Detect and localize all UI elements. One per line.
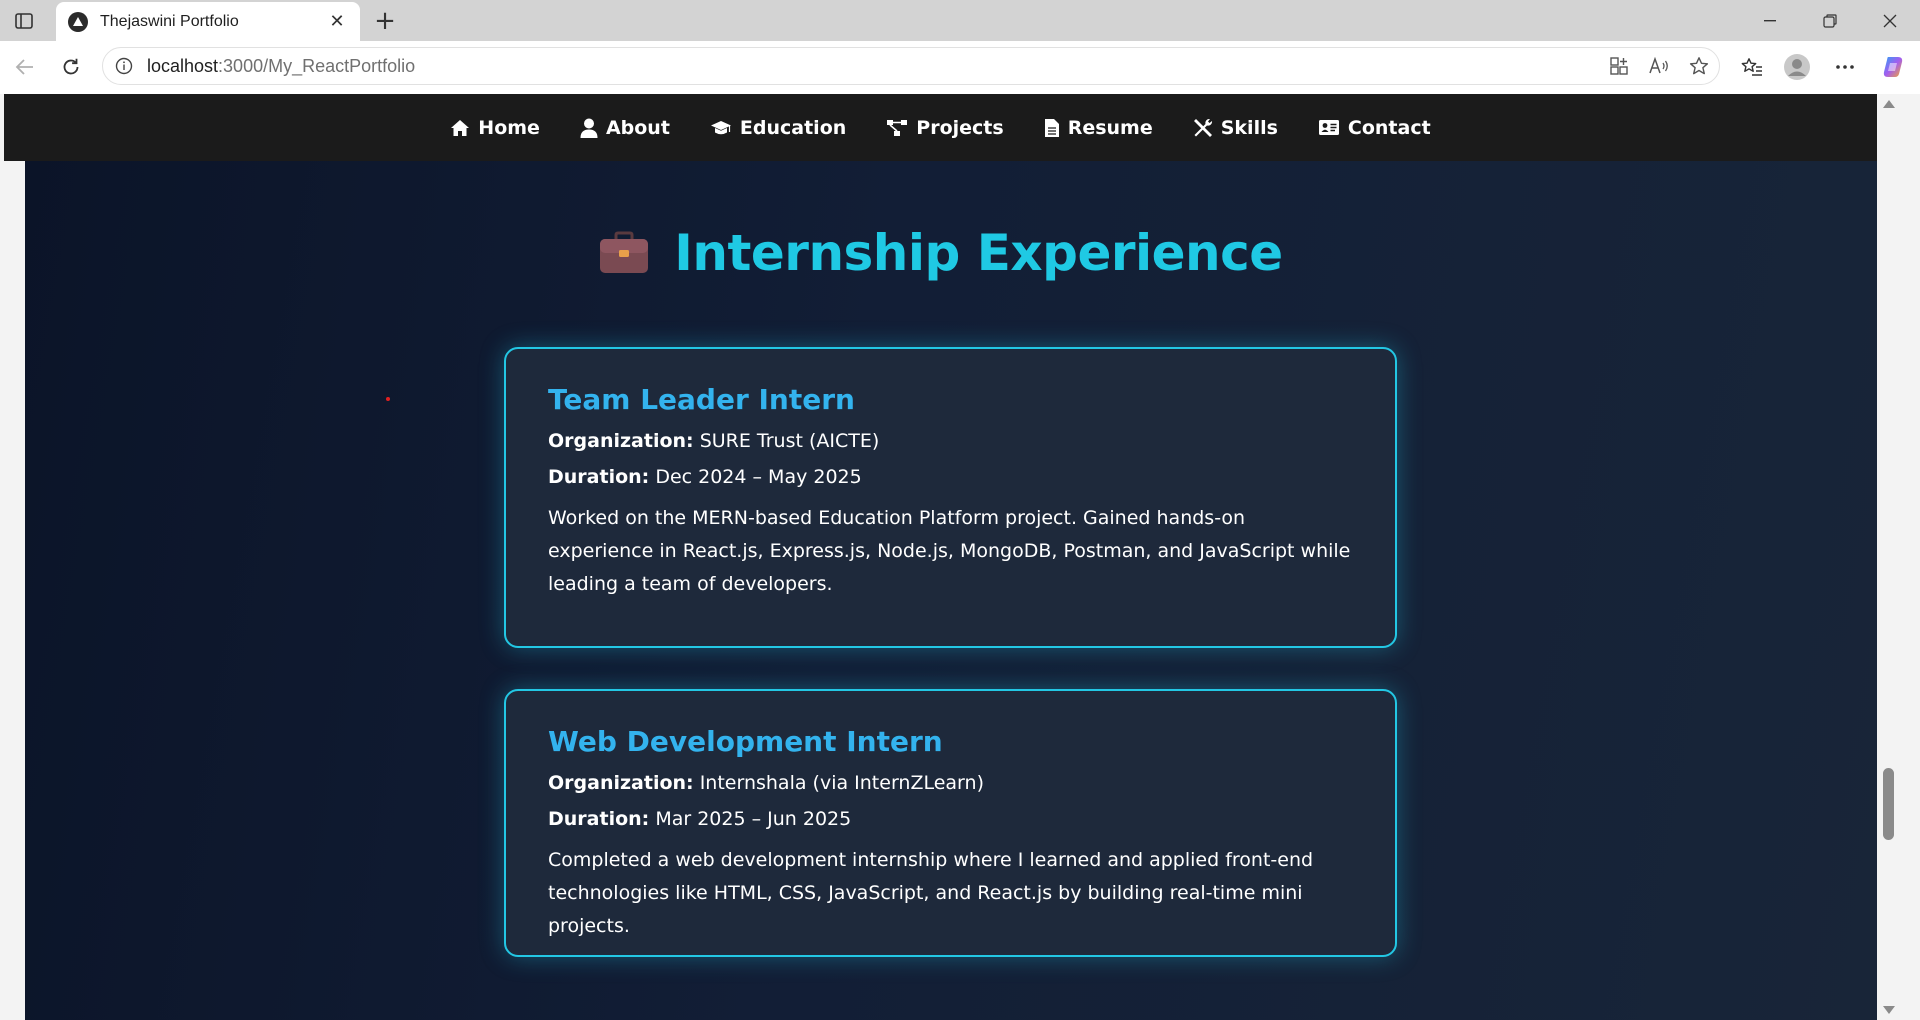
scroll-thumb[interactable] bbox=[1883, 768, 1894, 840]
site-info-icon[interactable] bbox=[113, 55, 135, 77]
restore-icon[interactable] bbox=[1800, 0, 1860, 41]
nav-education[interactable]: Education bbox=[690, 94, 866, 161]
internship-title: Web Development Intern bbox=[548, 725, 943, 758]
tools-icon bbox=[1193, 118, 1212, 137]
copilot-icon[interactable] bbox=[1878, 52, 1908, 82]
user-icon bbox=[580, 118, 598, 138]
nav-education-label: Education bbox=[739, 116, 847, 139]
project-diagram-icon bbox=[887, 119, 908, 136]
nav-projects-label: Projects bbox=[916, 116, 1004, 139]
organization-value: Internshala (via InternZLearn) bbox=[699, 772, 984, 794]
internship-card: Web Development Intern Organization: Int… bbox=[504, 689, 1397, 957]
internship-duration: Duration: Dec 2024 – May 2025 bbox=[548, 466, 1355, 488]
internship-organization: Organization: SURE Trust (AICTE) bbox=[548, 430, 1355, 452]
tab-actions-icon[interactable] bbox=[12, 9, 36, 33]
scroll-up-icon[interactable] bbox=[1883, 100, 1895, 108]
nav-contact[interactable]: Contact bbox=[1298, 94, 1451, 161]
url-host: localhost bbox=[147, 55, 219, 76]
tab-title: Thejaswini Portfolio bbox=[100, 12, 239, 30]
favorite-star-icon[interactable] bbox=[1685, 52, 1713, 80]
cursor-dot bbox=[386, 397, 390, 401]
internship-description: Completed a web development internship w… bbox=[548, 849, 1314, 937]
favicon-icon bbox=[68, 11, 88, 32]
window-controls bbox=[1740, 0, 1920, 41]
duration-label: Duration: bbox=[548, 466, 650, 488]
section-header: Internship Experience bbox=[4, 224, 1877, 282]
internship-card: Team Leader Intern Organization: SURE Tr… bbox=[504, 347, 1397, 648]
internship-title: Team Leader Intern bbox=[548, 383, 855, 416]
nav-home-label: Home bbox=[478, 116, 540, 139]
browser-tab-bar: Thejaswini Portfolio ✕ + bbox=[0, 0, 1920, 41]
minimize-icon[interactable] bbox=[1740, 0, 1800, 41]
tab-close-icon[interactable]: ✕ bbox=[326, 11, 348, 33]
nav-resume[interactable]: Resume bbox=[1024, 94, 1173, 161]
page-scrollbar[interactable] bbox=[1877, 94, 1900, 1020]
app-available-icon[interactable] bbox=[1605, 52, 1633, 80]
profile-avatar[interactable] bbox=[1782, 52, 1812, 82]
nav-about-label: About bbox=[605, 116, 670, 139]
duration-value: Dec 2024 – May 2025 bbox=[655, 466, 862, 488]
close-window-icon[interactable] bbox=[1860, 0, 1920, 41]
briefcase-icon bbox=[598, 231, 650, 275]
duration-label: Duration: bbox=[548, 808, 650, 830]
file-icon bbox=[1044, 118, 1059, 137]
site-navbar: Home About Education Projects Resume Ski… bbox=[4, 94, 1877, 161]
nav-projects[interactable]: Projects bbox=[866, 94, 1023, 161]
page-viewport: Home About Education Projects Resume Ski… bbox=[4, 94, 1900, 1020]
organization-label: Organization: bbox=[548, 430, 694, 452]
internship-duration: Duration: Mar 2025 – Jun 2025 bbox=[548, 808, 1355, 830]
internship-organization: Organization: Internshala (via InternZLe… bbox=[548, 772, 1355, 794]
nav-skills[interactable]: Skills bbox=[1173, 94, 1298, 161]
back-icon[interactable] bbox=[10, 52, 40, 82]
url-text: localhost:3000/My_ReactPortfolio bbox=[147, 56, 415, 77]
nav-about[interactable]: About bbox=[560, 94, 690, 161]
address-bar-actions bbox=[1605, 52, 1713, 80]
address-card-icon bbox=[1318, 120, 1339, 135]
read-aloud-icon[interactable] bbox=[1645, 52, 1673, 80]
new-tab-button[interactable]: + bbox=[372, 6, 398, 36]
internship-description: Worked on the MERN-based Education Platf… bbox=[548, 507, 1351, 595]
organization-value: SURE Trust (AICTE) bbox=[699, 430, 880, 452]
more-options-icon[interactable] bbox=[1830, 52, 1860, 82]
nav-home[interactable]: Home bbox=[430, 94, 560, 161]
nav-contact-label: Contact bbox=[1347, 116, 1431, 139]
nav-skills-label: Skills bbox=[1220, 116, 1278, 139]
organization-label: Organization: bbox=[548, 772, 694, 794]
home-icon bbox=[451, 119, 470, 136]
reload-icon[interactable] bbox=[56, 52, 86, 82]
duration-value: Mar 2025 – Jun 2025 bbox=[655, 808, 852, 830]
scroll-down-icon[interactable] bbox=[1883, 1006, 1895, 1014]
section-title: Internship Experience bbox=[674, 224, 1283, 282]
graduation-cap-icon bbox=[710, 120, 731, 134]
browser-toolbar: localhost:3000/My_ReactPortfolio bbox=[0, 41, 1920, 94]
nav-resume-label: Resume bbox=[1067, 116, 1153, 139]
url-path: :3000/My_ReactPortfolio bbox=[218, 55, 416, 76]
address-bar[interactable]: localhost:3000/My_ReactPortfolio bbox=[102, 47, 1720, 85]
favorites-icon[interactable] bbox=[1737, 52, 1767, 82]
browser-tab[interactable]: Thejaswini Portfolio ✕ bbox=[56, 2, 360, 41]
